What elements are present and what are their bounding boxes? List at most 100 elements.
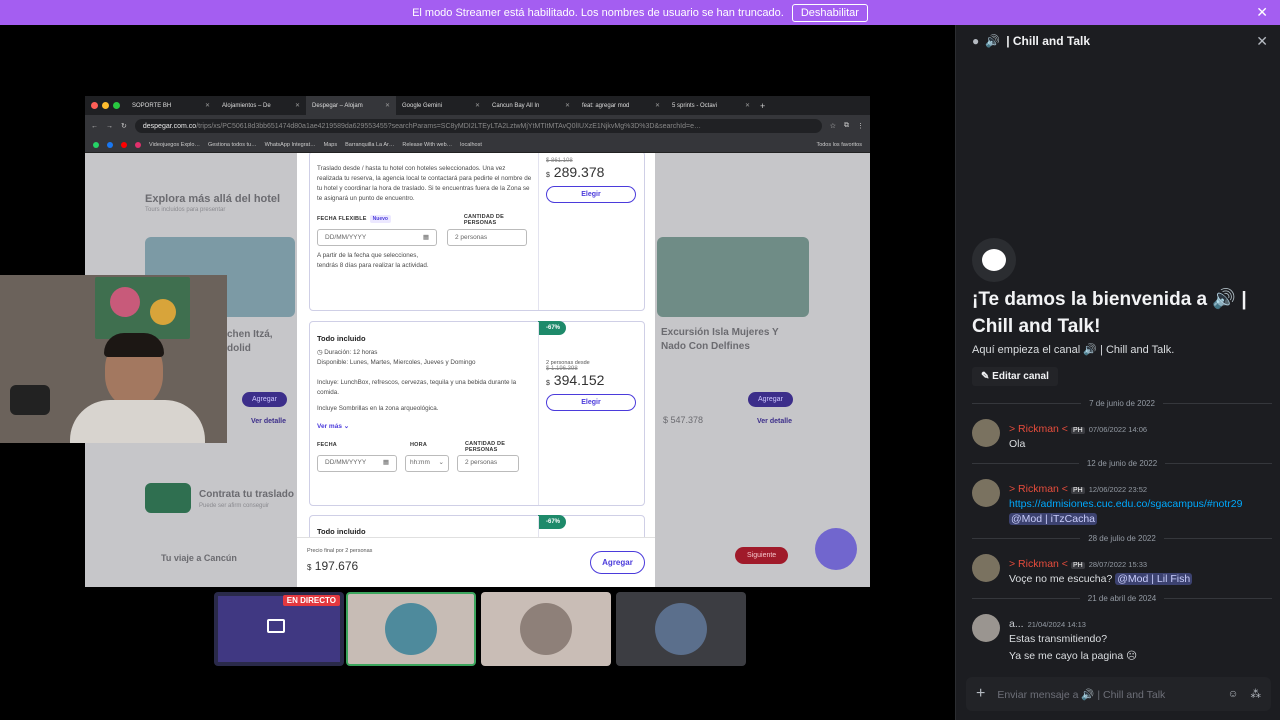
address-bar[interactable]: despegar.com.co/trips/xs/PC50618d3bb6514…: [134, 119, 822, 133]
bookmark[interactable]: localhost: [460, 142, 482, 148]
participant-tile[interactable]: [481, 592, 611, 666]
screen-share-tile[interactable]: EN DIRECTO: [214, 592, 344, 666]
new-tab-icon[interactable]: +: [760, 101, 765, 111]
bg-detail-link[interactable]: Ver detalle: [757, 418, 792, 425]
time-select[interactable]: hh:mm ⌄: [405, 454, 449, 472]
username[interactable]: > Rickman <: [1009, 558, 1068, 570]
option-note: A partir de la fecha que selecciones, te…: [317, 252, 429, 270]
discount-badge: -67%: [538, 321, 567, 335]
bg-detail-link[interactable]: Ver detalle: [251, 418, 286, 425]
elegir-button[interactable]: Elegir: [546, 186, 636, 203]
emoji-icon[interactable]: ☺: [1228, 688, 1239, 700]
elegir-button[interactable]: Elegir: [546, 394, 636, 411]
username[interactable]: a...: [1009, 618, 1024, 630]
help-chat-icon[interactable]: [815, 528, 857, 570]
message-link[interactable]: https://admisiones.cuc.edu.co/sgacampus/…: [1009, 498, 1242, 510]
bg-card-subtitle: dolid: [227, 343, 251, 354]
bg-subheading: Tours incluidos para presentar: [145, 207, 226, 213]
avatar[interactable]: [972, 614, 1000, 642]
option-duration: ◷ Duración: 12 horas: [317, 349, 378, 356]
date-input[interactable]: DD/MM/YYYY ▦: [317, 229, 437, 247]
bookmark[interactable]: Videojuegos Explo…: [149, 142, 200, 148]
avatar[interactable]: [972, 554, 1000, 582]
bg-price: $ 547.378: [663, 415, 704, 425]
bookmark[interactable]: Maps: [324, 142, 337, 148]
activity-modal: Traslado desde / hasta tu hotel con hote…: [297, 153, 655, 587]
browser-tab[interactable]: Cancun Bay All In ✕: [486, 96, 576, 115]
browser-tab[interactable]: Alojamientos – De ✕: [216, 96, 306, 115]
menu-icon[interactable]: ⋮: [857, 122, 864, 130]
bookmark[interactable]: Release With web…: [402, 142, 452, 148]
username[interactable]: > Rickman <: [1009, 483, 1068, 495]
role-tag: PH: [1070, 562, 1085, 569]
avatar[interactable]: [972, 419, 1000, 447]
edit-channel-button[interactable]: ✎ Editar canal: [972, 367, 1058, 386]
avatar[interactable]: [972, 479, 1000, 507]
chat-message: a... 21/04/2024 14:13 Estas transmitiendo…: [972, 614, 1272, 664]
bookmarks-bar: Videojuegos Explo… Gestiona todos tu… Wh…: [85, 137, 870, 153]
bookmark[interactable]: Barranquilla La Ar…: [345, 142, 394, 148]
facebook-icon[interactable]: [107, 141, 113, 148]
sad-face-emoji: ☹: [1126, 650, 1138, 662]
option-pricing: 2 personas desde $ 1.196.398 $ 394.152 E…: [546, 360, 642, 411]
extensions-icon[interactable]: ⧉: [844, 122, 849, 130]
username[interactable]: > Rickman <: [1009, 423, 1068, 435]
participant-tile[interactable]: [616, 592, 746, 666]
browser-tab[interactable]: 5 sprints - Octavi ✕: [666, 96, 756, 115]
close-icon[interactable]: ✕: [1256, 4, 1268, 21]
bookmark[interactable]: WhatsApp Integrat…: [265, 142, 316, 148]
activity-option-card: Traslado desde / hasta tu hotel con hote…: [309, 153, 645, 311]
disable-streamer-button[interactable]: Deshabilitar: [791, 3, 868, 22]
timestamp: 12/06/2022 23:52: [1088, 485, 1148, 494]
bookmark-folder[interactable]: Todos los favoritos: [816, 142, 862, 148]
instagram-icon[interactable]: [135, 141, 141, 148]
maximize-dot[interactable]: [113, 102, 120, 109]
participant-tile[interactable]: [346, 592, 476, 666]
person-shirt: [70, 400, 205, 443]
avatar: [655, 603, 707, 655]
mention[interactable]: @Mod | iTzCacha: [1009, 513, 1097, 525]
close-icon[interactable]: ✕: [1256, 33, 1268, 50]
chat-message: > Rickman < PH 07/06/2022 14:06 Ola: [972, 419, 1272, 452]
avatar: [385, 603, 437, 655]
person-hair: [104, 333, 164, 357]
bg-next-button[interactable]: Siguiente: [735, 547, 789, 564]
option-title: Todo incluido: [317, 334, 366, 343]
bg-transfer-title: Contrata tu traslado: [199, 489, 295, 500]
option-availability: Disponible: Lunes, Martes, Miercoles, Ju…: [317, 359, 476, 367]
date-separator: 12 de junio de 2022: [972, 459, 1272, 468]
persons-select[interactable]: 2 personas: [457, 454, 519, 472]
date-input[interactable]: DD/MM/YYYY ▦: [317, 454, 397, 472]
minimize-dot[interactable]: [102, 102, 109, 109]
bg-add-button[interactable]: Agregar: [242, 392, 287, 407]
persons-select[interactable]: 2 personas: [447, 229, 527, 247]
mention[interactable]: @Mod | Lil Fish: [1115, 573, 1193, 585]
back-icon[interactable]: ←: [91, 123, 98, 130]
apps-icon[interactable]: ⁂: [1251, 688, 1262, 700]
youtube-icon[interactable]: [121, 141, 127, 148]
whatsapp-icon[interactable]: [93, 141, 99, 148]
forward-icon[interactable]: →: [106, 123, 113, 130]
message-input[interactable]: Enviar mensaje a 🔊 | Chill and Talk: [997, 688, 1215, 701]
cantidad-label: CANTIDAD DE PERSONAS: [465, 440, 506, 453]
browser-tab[interactable]: feat: agregar mod ✕: [576, 96, 666, 115]
bg-card-subtitle: Nado Con Delfines: [661, 341, 750, 352]
option-price: $ 289.378: [546, 164, 605, 180]
voice-channel-chat: ● 🔊 | Chill and Talk ✕ ¡Te damos la bien…: [955, 25, 1280, 720]
reload-icon[interactable]: ↻: [121, 122, 127, 130]
close-dot[interactable]: [91, 102, 98, 109]
browser-tab-active[interactable]: Despegar – Alojam ✕: [306, 96, 396, 115]
browser-tabbar: SOPORTE BH ✕ Alojamientos – De ✕ Despegar …: [85, 96, 870, 115]
bg-add-button[interactable]: Agregar: [748, 392, 793, 407]
star-icon[interactable]: ☆: [830, 122, 836, 130]
browser-tab[interactable]: SOPORTE BH ✕: [126, 96, 216, 115]
plus-icon[interactable]: +: [976, 685, 985, 703]
ver-mas-link[interactable]: Ver más ⌄: [317, 422, 532, 432]
message-text: Voçe no me escucha?: [1009, 573, 1113, 585]
date-separator: 7 de junio de 2022: [972, 399, 1272, 408]
cantidad-label: CANTIDAD DE PERSONAS: [463, 214, 504, 227]
message-composer[interactable]: + Enviar mensaje a 🔊 | Chill and Talk ☺ …: [966, 677, 1271, 711]
agregar-button[interactable]: Agregar: [590, 551, 645, 574]
browser-tab[interactable]: Google Gemini ✕: [396, 96, 486, 115]
bookmark[interactable]: Gestiona todos tu…: [208, 142, 257, 148]
